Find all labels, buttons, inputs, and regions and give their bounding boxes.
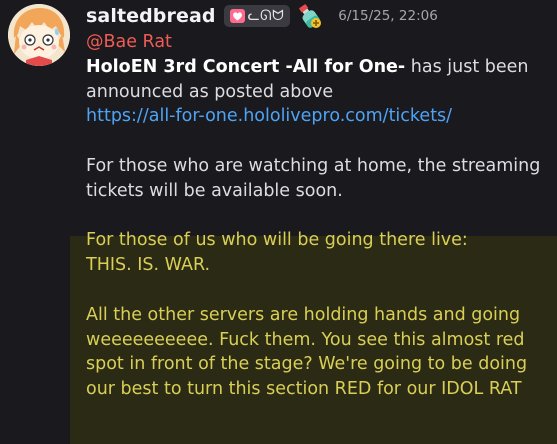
server-tag[interactable]: ᓚᘏᗢ [223,5,291,27]
heart-icon [229,9,245,23]
concert-title: HoloEN 3rd Concert -All for One- [86,56,406,77]
user-mention[interactable]: @Bae Rat [86,32,172,52]
username[interactable]: saltedbread [86,5,216,27]
message-header: saltedbread ᓚᘏᗢ 6/15/25, 22:06 [86,2,438,30]
live-text-line-2: THIS. IS. WAR. [86,255,211,276]
live-text-line-1: For those of us who will be going there … [86,230,468,251]
server-tag-text: ᓚᘏᗢ [247,8,285,24]
highlighted-text-block: For those of us who will be going there … [86,228,554,402]
war-text-line-4: our best to turn this section RED for ou… [86,379,522,400]
announcement-text: has just been [405,56,529,77]
discord-message-view: saltedbread ᓚᘏᗢ 6/15/25, 22:06 @Bae Rat [0,0,557,444]
home-text-line-2: tickets will be available soon. [86,180,343,201]
user-avatar[interactable] [8,4,70,66]
tickets-link[interactable]: https://all-for-one.hololivepro.com/tick… [86,106,452,126]
war-text-line-2: weeeeeeeeee. Fuck them. You see this alm… [86,329,525,350]
announcement-line-2: announced as posted above [86,81,334,102]
avatar-image [8,4,70,66]
message-timestamp[interactable]: 6/15/25, 22:06 [338,8,438,24]
war-text-line-1: All the other servers are holding hands … [86,304,521,325]
war-text-line-3: spot in front of the stage? We're going … [86,354,528,375]
potion-bottle-icon [299,4,322,28]
home-text-line-1: For those who are watching at home, the … [86,155,541,176]
message-content: @Bae Rat HoloEN 3rd Concert -All for One… [86,30,554,402]
